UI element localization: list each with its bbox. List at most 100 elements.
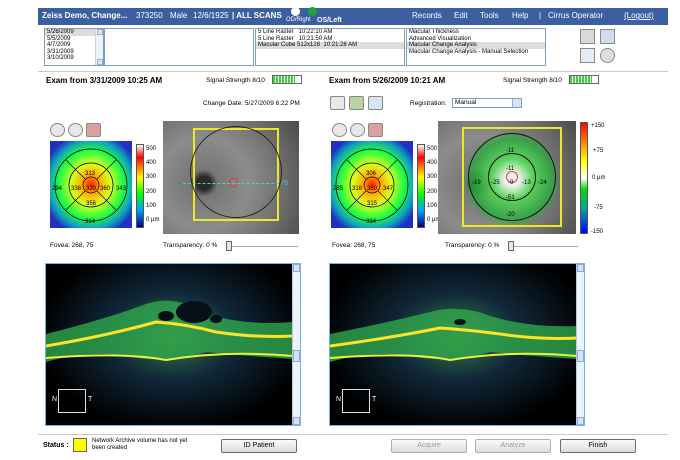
orientation-box bbox=[58, 389, 86, 413]
status-message: Network Archive volume has not yet been … bbox=[92, 438, 188, 451]
map-value: 294 bbox=[52, 186, 63, 192]
scroll-down-icon[interactable] bbox=[293, 417, 300, 425]
scan-filter[interactable]: | ALL SCANS bbox=[232, 11, 282, 20]
left-transparency-slider[interactable] bbox=[226, 246, 298, 248]
map-value: 313 bbox=[85, 171, 96, 177]
target-overlay-icon[interactable] bbox=[68, 123, 83, 137]
menu-edit[interactable]: Edit bbox=[454, 11, 468, 20]
scan-list[interactable]: 5 Line Raster 10:22:10 AM 5 Line Raster … bbox=[255, 28, 405, 66]
map-value: 343 bbox=[116, 186, 127, 192]
acquire-button[interactable]: Acquire bbox=[391, 439, 467, 453]
right-transparency-slider[interactable] bbox=[508, 246, 578, 248]
diff-value: -11 bbox=[506, 166, 515, 172]
status-label: Status : bbox=[43, 442, 69, 449]
registration-select[interactable]: Manual bbox=[452, 98, 522, 108]
exam-date-list[interactable]: 5/26/2009 5/5/2009 4/7/2009 3/31/2009 3/… bbox=[44, 28, 104, 66]
map-value: 356 bbox=[86, 201, 97, 207]
left-oct-bscan[interactable]: N T bbox=[45, 263, 301, 426]
thickness-scale-labels: 500 400 300 200 100 0 µm bbox=[146, 146, 160, 224]
signal-fill bbox=[273, 76, 296, 83]
etdrs-circle bbox=[190, 126, 282, 218]
menu-help[interactable]: Help bbox=[512, 11, 528, 20]
link-icon[interactable] bbox=[330, 96, 345, 110]
diff-value: -13 bbox=[522, 180, 531, 186]
divider bbox=[38, 71, 668, 72]
surface-map-icon[interactable] bbox=[86, 123, 101, 137]
settings-icon[interactable] bbox=[600, 48, 615, 63]
divider bbox=[38, 434, 668, 435]
left-transparency-label: Transparency: 0 % bbox=[163, 242, 218, 249]
right-fovea: Fovea: 268, 75 bbox=[332, 242, 376, 249]
right-signal-bar bbox=[569, 75, 599, 84]
eye-os-label: OS/Left bbox=[317, 17, 342, 24]
export-icon[interactable] bbox=[580, 48, 595, 63]
menu-records[interactable]: Records bbox=[412, 11, 442, 20]
surface-map-icon[interactable] bbox=[368, 123, 383, 137]
difference-scale bbox=[580, 122, 588, 234]
scroll-down-icon[interactable] bbox=[577, 417, 584, 425]
right-oct-bscan[interactable]: N T bbox=[329, 263, 585, 426]
scrollbar[interactable] bbox=[292, 264, 300, 425]
left-signal-label: Signal Strength 8/10 bbox=[206, 77, 265, 84]
left-fundus-image[interactable]: 75 bbox=[163, 121, 299, 234]
target-overlay-icon[interactable] bbox=[350, 123, 365, 137]
left-signal-bar bbox=[272, 75, 302, 84]
finish-button[interactable]: Finish bbox=[560, 439, 636, 453]
left-thickness-map[interactable]: 294 313 338 339 360 343 356 314 bbox=[50, 141, 132, 228]
list-item[interactable]: Macular Change Analysis - Manual Selecti… bbox=[407, 49, 545, 56]
scroll-down-icon[interactable] bbox=[97, 59, 103, 65]
registration-value: Manual bbox=[455, 99, 477, 106]
diff-scale-label: -150 bbox=[591, 229, 604, 235]
map-value: 338 bbox=[71, 186, 82, 192]
change-date: Change Date: 5/27/2009 6:22 PM bbox=[203, 100, 300, 107]
scroll-up-icon[interactable] bbox=[577, 264, 584, 272]
map-value: 315 bbox=[367, 201, 378, 207]
notes-panel bbox=[104, 28, 254, 66]
eye-od-icon[interactable] bbox=[291, 7, 300, 16]
orientation-n: N bbox=[52, 396, 58, 403]
slider-thumb[interactable] bbox=[508, 241, 514, 251]
orientation-box bbox=[342, 389, 370, 413]
patient-sex: Male bbox=[170, 11, 188, 20]
scroll-up-icon[interactable] bbox=[293, 264, 300, 272]
map-value: 314 bbox=[85, 219, 96, 225]
fundus-marker: 75 bbox=[281, 180, 289, 187]
chevron-down-icon[interactable] bbox=[512, 99, 521, 107]
diff-value: -20 bbox=[506, 212, 515, 218]
list-item[interactable]: Macular Cube 512x128 10:21:28 AM bbox=[256, 42, 404, 49]
logout-link[interactable]: (Logout) bbox=[624, 11, 654, 20]
scroll-thumb[interactable] bbox=[293, 350, 300, 362]
diff-scale-label: +75 bbox=[593, 148, 604, 154]
map-value: 347 bbox=[383, 186, 394, 192]
target-icon[interactable] bbox=[332, 123, 347, 137]
zoom-icon[interactable] bbox=[368, 96, 383, 110]
menu-tools[interactable]: Tools bbox=[480, 11, 499, 20]
eye-os-icon[interactable] bbox=[308, 7, 317, 16]
patient-id: 373250 bbox=[136, 11, 163, 20]
diff-scale-label: +150 bbox=[591, 123, 605, 129]
map-value: 360 bbox=[367, 186, 378, 192]
map-value: 285 bbox=[333, 186, 344, 192]
layer-icon[interactable] bbox=[349, 96, 364, 110]
right-thickness-map[interactable]: 285 306 318 360 347 315 314 bbox=[331, 141, 413, 228]
right-exam-title: Exam from 5/26/2009 10:21 AM bbox=[329, 76, 446, 85]
id-patient-button[interactable]: ID Patient bbox=[221, 439, 297, 453]
save-icon[interactable] bbox=[580, 29, 595, 44]
scroll-up-icon[interactable] bbox=[97, 29, 103, 35]
scrollbar[interactable] bbox=[95, 29, 103, 65]
status-indicator bbox=[73, 438, 87, 452]
slider-thumb[interactable] bbox=[226, 241, 232, 251]
print-icon[interactable] bbox=[600, 29, 615, 44]
diff-scale-label: 0 µm bbox=[592, 175, 606, 181]
analyze-button[interactable]: Analyze bbox=[475, 439, 551, 453]
scan-line bbox=[183, 183, 279, 184]
diff-value: -9 bbox=[508, 180, 514, 186]
right-difference-image[interactable]: -11 -19 -25 -11 -9 -13 -24 -51 -20 bbox=[438, 121, 576, 234]
scroll-thumb[interactable] bbox=[577, 350, 584, 362]
map-value: 306 bbox=[366, 171, 377, 177]
analysis-list[interactable]: Macular Thickness Advanced Visualization… bbox=[406, 28, 546, 66]
signal-fill bbox=[570, 76, 593, 83]
target-icon[interactable] bbox=[50, 123, 65, 137]
orientation-n: N bbox=[336, 396, 342, 403]
scrollbar[interactable] bbox=[576, 264, 584, 425]
